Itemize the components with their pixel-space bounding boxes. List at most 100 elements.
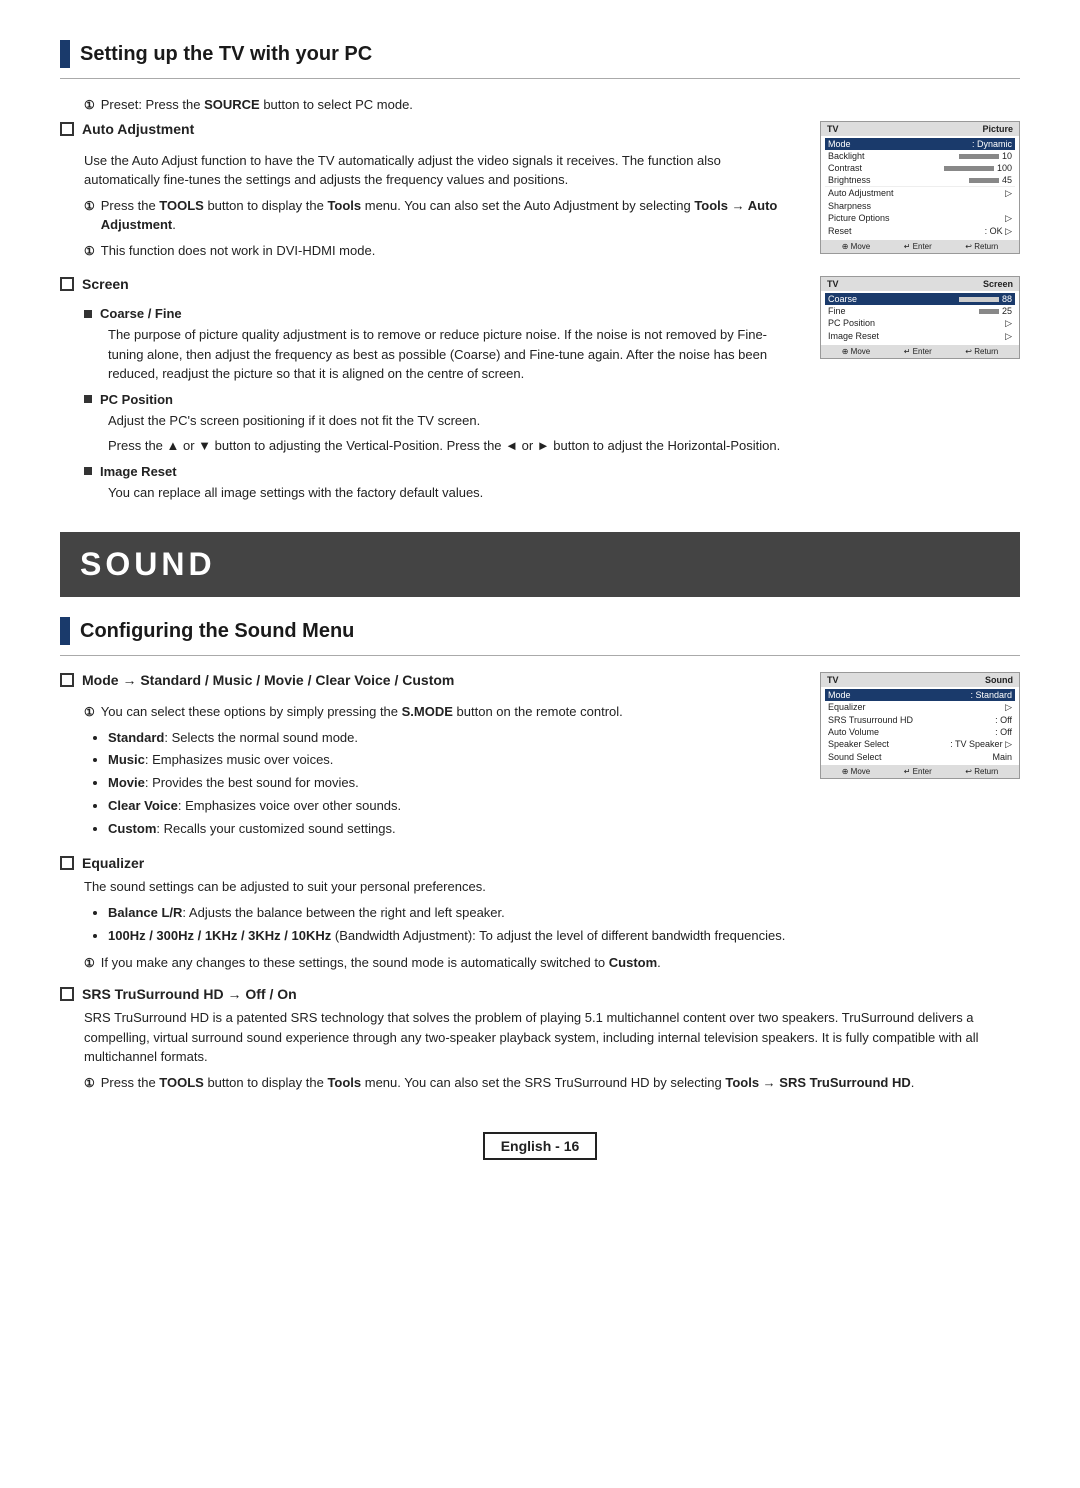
equalizer-section: Equalizer The sound settings can be adju…: [60, 855, 1020, 972]
pc-section: Setting up the TV with your PC ① Preset:…: [60, 40, 1020, 502]
section-divider: [60, 78, 1020, 79]
tv-speakerselect-row: Speaker Select: TV Speaker ▷: [825, 738, 1015, 751]
preset-note-text: Preset: Press the SOURCE button to selec…: [101, 95, 413, 115]
image-reset-title: Image Reset: [84, 464, 800, 479]
tv-mockup-picture: TV Picture Mode: Dynamic Backlight 10 Co…: [820, 121, 1020, 254]
sound-section-title: Configuring the Sound Menu: [80, 620, 354, 643]
srs-section: SRS TruSurround HD → Off / On SRS TruSur…: [60, 986, 1020, 1092]
pc-position-desc1: Adjust the PC's screen positioning if it…: [108, 411, 800, 431]
auto-adjustment-section: Auto Adjustment Use the Auto Adjust func…: [60, 121, 1020, 261]
screen-checkbox: Screen: [60, 276, 800, 292]
pc-position-section: PC Position Adjust the PC's screen posit…: [84, 392, 800, 456]
checkbox-icon: [60, 122, 74, 136]
equalizer-note-icon: ①: [84, 954, 95, 972]
mode-note: ① You can select these options by simply…: [84, 702, 800, 722]
srs-desc1: SRS TruSurround HD is a patented SRS tec…: [84, 1008, 1020, 1067]
tv-screen-footer: ⊕ Move ↵ Enter ↩ Return: [821, 345, 1019, 358]
equalizer-desc: The sound settings can be adjusted to su…: [84, 877, 1020, 897]
coarse-fine-section: Coarse / Fine The purpose of picture qua…: [84, 306, 800, 384]
tv-screen-label: TV: [827, 279, 839, 289]
picture-panel-label: Picture: [982, 124, 1013, 134]
image-reset-section: Image Reset You can replace all image se…: [84, 464, 800, 503]
auto-adjustment-note2-text: This function does not work in DVI-HDMI …: [101, 241, 376, 261]
equalizer-note: ① If you make any changes to these setti…: [84, 953, 1020, 973]
page-footer: English - 16: [60, 1132, 1020, 1160]
equalizer-bullets: Balance L/R: Adjusts the balance between…: [108, 903, 1020, 947]
equalizer-checkbox-icon: [60, 856, 74, 870]
sound-section-divider: [60, 655, 1020, 656]
srs-note-icon: ①: [84, 1074, 95, 1092]
mode-bullet-movie: Movie: Provides the best sound for movie…: [108, 773, 800, 794]
tv-reset-row: Reset: OK ▷: [825, 225, 1015, 238]
tv-coarse-row: Coarse 88: [825, 293, 1015, 305]
tv-picture-footer: ⊕ Move ↵ Enter ↩ Return: [821, 240, 1019, 253]
tv-srs-row: SRS Trusurround HD: Off: [825, 714, 1015, 726]
coarse-fine-desc: The purpose of picture quality adjustmen…: [108, 325, 800, 384]
screen-section: Screen Coarse / Fine The purpose of pict…: [60, 276, 1020, 502]
srs-note-text: Press the TOOLS button to display the To…: [101, 1073, 915, 1093]
equalizer-title: Equalizer: [60, 855, 1020, 871]
tv-pictureoptions-row: Picture Options▷: [825, 212, 1015, 225]
pc-position-title: PC Position: [84, 392, 800, 407]
page-number-box: English - 16: [483, 1132, 598, 1160]
tv-mockup-screen: TV Screen Coarse 88 Fine 25 PC Position▷: [820, 276, 1020, 359]
sound-section-title-bar: Configuring the Sound Menu: [60, 617, 1020, 645]
tv-sound-mode-row: Mode: Standard: [825, 689, 1015, 701]
mode-bullet-music: Music: Emphasizes music over voices.: [108, 750, 800, 771]
auto-adjustment-desc: Use the Auto Adjust function to have the…: [84, 151, 800, 190]
mode-main: Mode → Standard / Music / Movie / Clear …: [60, 672, 800, 839]
image-reset-desc: You can replace all image settings with …: [108, 483, 800, 503]
pc-section-title: Setting up the TV with your PC: [80, 43, 372, 66]
tv-autoadj-row: Auto Adjustment▷: [825, 186, 1015, 200]
tv-soundselect-row: Sound SelectMain: [825, 751, 1015, 763]
auto-adjustment-main: Auto Adjustment Use the Auto Adjust func…: [60, 121, 800, 261]
srs-title: SRS TruSurround HD → Off / On: [60, 986, 1020, 1002]
sound-banner: SOUND: [60, 532, 1020, 597]
mode-note-icon: ①: [84, 703, 95, 721]
equalizer-note-text: If you make any changes to these setting…: [101, 953, 661, 973]
mode-checkbox: Mode → Standard / Music / Movie / Clear …: [60, 672, 800, 688]
auto-adjustment-checkbox: Auto Adjustment: [60, 121, 800, 137]
tv-pcpos-row: PC Position▷: [825, 317, 1015, 330]
sound-blue-bar-icon: [60, 617, 70, 645]
note-icon: ①: [84, 96, 95, 114]
auto-adjustment-note2: ① This function does not work in DVI-HDM…: [84, 241, 800, 261]
tv-equalizer-row: Equalizer▷: [825, 701, 1015, 714]
srs-note: ① Press the TOOLS button to display the …: [84, 1073, 1020, 1093]
mode-bullet-standard: Standard: Selects the normal sound mode.: [108, 728, 800, 749]
mode-bullet-clearvoice: Clear Voice: Emphasizes voice over other…: [108, 796, 800, 817]
tv-sharpness-row: Sharpness: [825, 200, 1015, 212]
tv-mockup-sound: TV Sound Mode: Standard Equalizer▷ SRS T…: [820, 672, 1020, 779]
tv-backlight-row: Backlight 10: [825, 150, 1015, 162]
mode-title: Mode → Standard / Music / Movie / Clear …: [60, 672, 800, 688]
screen-panel-label: Screen: [983, 279, 1013, 289]
note2-icon: ①: [84, 242, 95, 260]
mode-checkbox-icon: [60, 673, 74, 687]
mode-section: Mode → Standard / Music / Movie / Clear …: [60, 672, 1020, 839]
screen-checkbox-icon: [60, 277, 74, 291]
mode-bullet-custom: Custom: Recalls your customized sound se…: [108, 819, 800, 840]
equalizer-bullet-freq: 100Hz / 300Hz / 1KHz / 3KHz / 10KHz (Ban…: [108, 926, 1020, 947]
sound-section: Configuring the Sound Menu Mode → Standa…: [60, 617, 1020, 1092]
auto-adjustment-note1-text: Press the TOOLS button to display the To…: [101, 196, 800, 235]
page-number-text: English - 16: [501, 1138, 580, 1154]
pc-position-bullet-icon: [84, 395, 92, 403]
tv-fine-row: Fine 25: [825, 305, 1015, 317]
coarse-fine-title: Coarse / Fine: [84, 306, 800, 321]
tv-imgreset-row: Image Reset▷: [825, 330, 1015, 343]
screen-title: Screen: [60, 276, 800, 292]
blue-bar-icon: [60, 40, 70, 68]
pc-section-title-bar: Setting up the TV with your PC: [60, 40, 1020, 68]
square-bullet-icon: [84, 310, 92, 318]
tv-mode-row: Mode: Dynamic: [825, 138, 1015, 150]
tv-sound-label: TV: [827, 675, 839, 685]
screen-main: Screen Coarse / Fine The purpose of pict…: [60, 276, 800, 502]
equalizer-bullet-balance: Balance L/R: Adjusts the balance between…: [108, 903, 1020, 924]
tools-note-icon: ①: [84, 197, 95, 215]
sound-panel-label: Sound: [985, 675, 1013, 685]
pc-position-desc2: Press the ▲ or ▼ button to adjusting the…: [108, 436, 800, 456]
tv-autovolume-row: Auto Volume: Off: [825, 726, 1015, 738]
mode-bullets: Standard: Selects the normal sound mode.…: [108, 728, 800, 840]
tv-brightness-row: Brightness 45: [825, 174, 1015, 186]
auto-adjustment-title: Auto Adjustment: [60, 121, 800, 137]
